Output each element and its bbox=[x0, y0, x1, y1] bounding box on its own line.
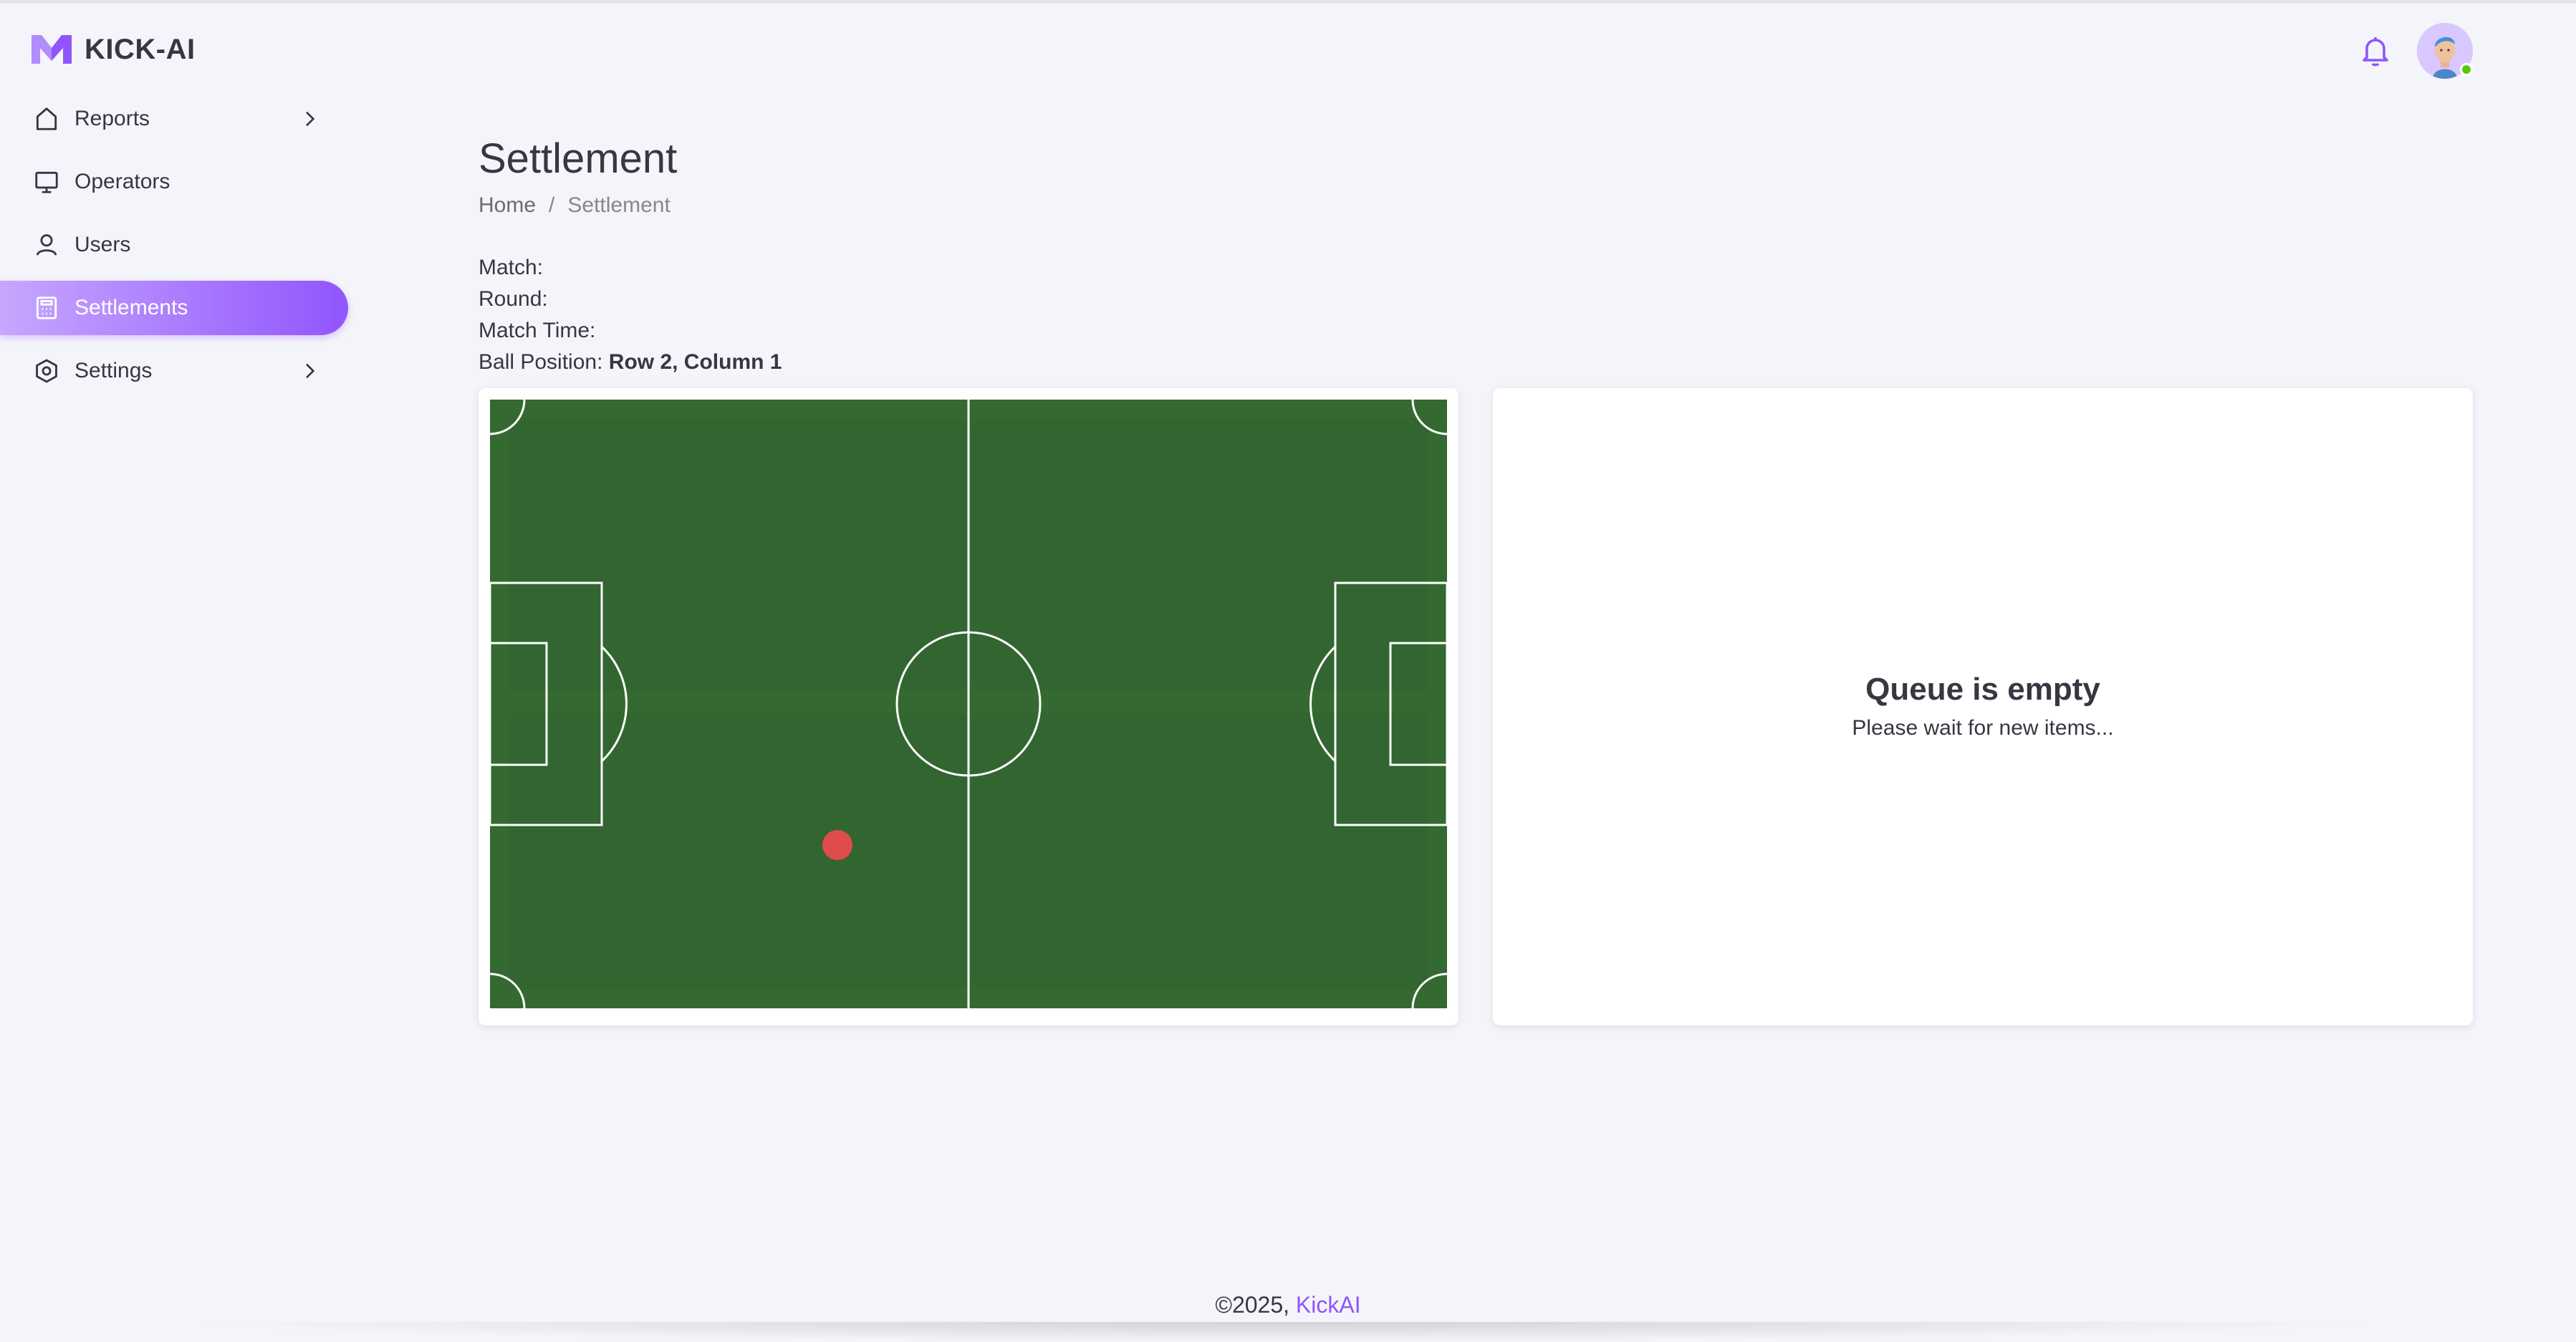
match-time-row: Match Time: bbox=[479, 315, 782, 347]
sidebar-item-settings[interactable]: Settings bbox=[0, 344, 348, 398]
breadcrumb-separator: / bbox=[549, 193, 555, 217]
bell-icon[interactable] bbox=[2358, 33, 2393, 67]
sidebar-item-label: Settings bbox=[75, 359, 153, 382]
match-info: Match: Round: Match Time: Ball Position:… bbox=[479, 252, 782, 378]
queue-empty-title: Queue is empty bbox=[1865, 672, 2100, 707]
footer-copyright: ©2025, bbox=[1215, 1292, 1290, 1318]
queue-card: Queue is empty Please wait for new items… bbox=[1493, 388, 2473, 1025]
home-icon bbox=[33, 105, 60, 132]
match-label: Match: bbox=[479, 256, 544, 279]
queue-empty-subtitle: Please wait for new items... bbox=[1852, 716, 2114, 740]
ball-marker bbox=[822, 830, 852, 860]
grid-cell-r1c2 bbox=[971, 418, 1428, 690]
hexagon-cog-icon bbox=[33, 357, 60, 385]
brand[interactable]: KICK-AI bbox=[30, 29, 196, 70]
app-name: KICK-AI bbox=[85, 33, 196, 65]
sidebar-item-settlements[interactable]: Settlements bbox=[0, 281, 348, 335]
sidebar-item-label: Users bbox=[75, 233, 131, 256]
user-avatar-button[interactable] bbox=[2417, 23, 2473, 79]
calculator-icon bbox=[33, 294, 60, 322]
bottom-shadow bbox=[172, 1322, 2393, 1342]
user-icon bbox=[33, 231, 60, 259]
match-time-label: Match Time: bbox=[479, 319, 596, 342]
round-label: Round: bbox=[479, 287, 548, 311]
ball-position-value: Row 2, Column 1 bbox=[608, 350, 782, 374]
ball-position-label: Ball Position: bbox=[479, 350, 603, 374]
ball-position-row: Ball Position: Row 2, Column 1 bbox=[479, 347, 782, 378]
match-row: Match: bbox=[479, 252, 782, 284]
sidebar-item-label: Reports bbox=[75, 107, 150, 130]
chevron-right-icon bbox=[306, 363, 315, 379]
page-title: Settlement bbox=[479, 135, 678, 182]
football-pitch[interactable] bbox=[490, 400, 1447, 1008]
sidebar-item-users[interactable]: Users bbox=[0, 218, 348, 272]
round-row: Round: bbox=[479, 284, 782, 315]
grid-cell-r2c2 bbox=[971, 712, 1428, 990]
online-status-dot bbox=[2460, 63, 2473, 76]
sidebar-nav: Reports Operators Users Settlements Sett… bbox=[0, 92, 348, 407]
grid-cell-r1c1 bbox=[509, 418, 967, 690]
breadcrumb: Home / Settlement bbox=[479, 193, 671, 218]
top-border bbox=[0, 0, 2576, 4]
sidebar-item-label: Settlements bbox=[75, 296, 188, 319]
pitch-card bbox=[479, 388, 1458, 1025]
sidebar-item-reports[interactable]: Reports bbox=[0, 92, 348, 146]
monitor-icon bbox=[33, 168, 60, 195]
breadcrumb-current: Settlement bbox=[567, 193, 671, 217]
footer-brand-link[interactable]: KickAI bbox=[1296, 1292, 1361, 1318]
footer: ©2025, KickAI bbox=[0, 1292, 2576, 1318]
grid-cell-r2c1 bbox=[509, 712, 967, 990]
sidebar-item-operators[interactable]: Operators bbox=[0, 155, 348, 209]
sidebar-item-label: Operators bbox=[75, 170, 170, 193]
breadcrumb-home-link[interactable]: Home bbox=[479, 193, 536, 218]
m-logo-icon bbox=[32, 35, 72, 64]
chevron-right-icon bbox=[306, 111, 315, 127]
